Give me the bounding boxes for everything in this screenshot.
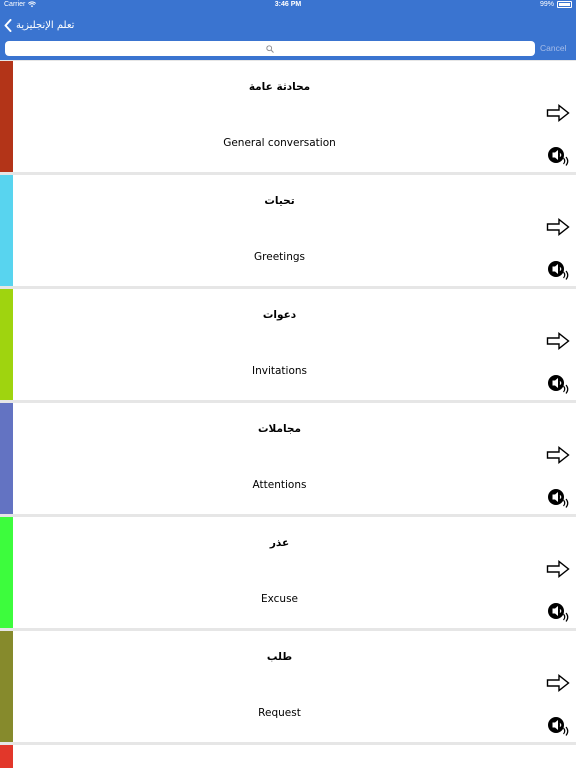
arrow-right-icon[interactable]	[546, 218, 570, 236]
speaker-icon[interactable]	[547, 715, 571, 737]
battery-indicator: 99%	[540, 1, 572, 8]
battery-icon	[557, 1, 572, 8]
category-row[interactable]: دعوات Invitations	[0, 289, 576, 400]
category-title-arabic: دعوات	[262, 309, 297, 321]
category-color-bar	[0, 175, 13, 286]
cancel-button[interactable]: Cancel	[540, 43, 566, 53]
category-row[interactable]	[0, 745, 576, 768]
speaker-icon[interactable]	[547, 487, 571, 509]
back-button[interactable]: تعلم الإنجليزية	[4, 15, 74, 35]
battery-percent: 99%	[539, 1, 554, 8]
category-title-arabic: تحيات	[264, 195, 295, 207]
arrow-right-icon[interactable]	[546, 446, 570, 464]
status-time: 3:46 PM	[274, 1, 302, 8]
category-color-bar	[0, 289, 13, 400]
category-color-bar	[0, 745, 13, 768]
speaker-icon[interactable]	[547, 259, 571, 281]
category-color-bar	[0, 61, 13, 172]
category-row[interactable]: محادثة عامة General conversation	[0, 61, 576, 172]
category-title-english: Request	[258, 707, 301, 719]
arrow-right-icon[interactable]	[546, 104, 570, 122]
category-color-bar	[0, 631, 13, 742]
category-color-bar	[0, 517, 13, 628]
category-color-bar	[0, 403, 13, 514]
chevron-left-icon	[4, 18, 12, 32]
category-title-english: Invitations	[251, 365, 308, 377]
category-title-arabic: مجاملات	[257, 423, 302, 435]
search-bar: Cancel	[0, 38, 576, 60]
search-field[interactable]	[5, 41, 535, 56]
category-row[interactable]: مجاملات Attentions	[0, 403, 576, 514]
category-row[interactable]: عذر Excuse	[0, 517, 576, 628]
category-row[interactable]: طلب Request	[0, 631, 576, 742]
category-title-arabic: طلب	[266, 651, 293, 663]
category-title-arabic: عذر	[269, 537, 290, 549]
back-button-label: تعلم الإنجليزية	[16, 19, 75, 31]
navigation-bar: تعلم الإنجليزية	[0, 12, 576, 38]
arrow-right-icon[interactable]	[546, 332, 570, 350]
speaker-icon[interactable]	[547, 145, 571, 167]
category-title-english: Excuse	[260, 593, 299, 605]
search-input[interactable]	[5, 41, 535, 56]
category-list: محادثة عامة General conversation تحيات G…	[0, 61, 576, 768]
category-title-english: General conversation	[223, 137, 336, 149]
category-title-arabic: محادثة عامة	[248, 81, 311, 93]
category-title-english: Attentions	[252, 479, 307, 491]
category-row[interactable]: تحيات Greetings	[0, 175, 576, 286]
status-bar: Carrier 3:46 PM 99%	[0, 0, 576, 12]
arrow-right-icon[interactable]	[546, 560, 570, 578]
speaker-icon[interactable]	[547, 373, 571, 395]
arrow-right-icon[interactable]	[546, 674, 570, 692]
category-title-english: Greetings	[254, 251, 305, 263]
speaker-icon[interactable]	[547, 601, 571, 623]
